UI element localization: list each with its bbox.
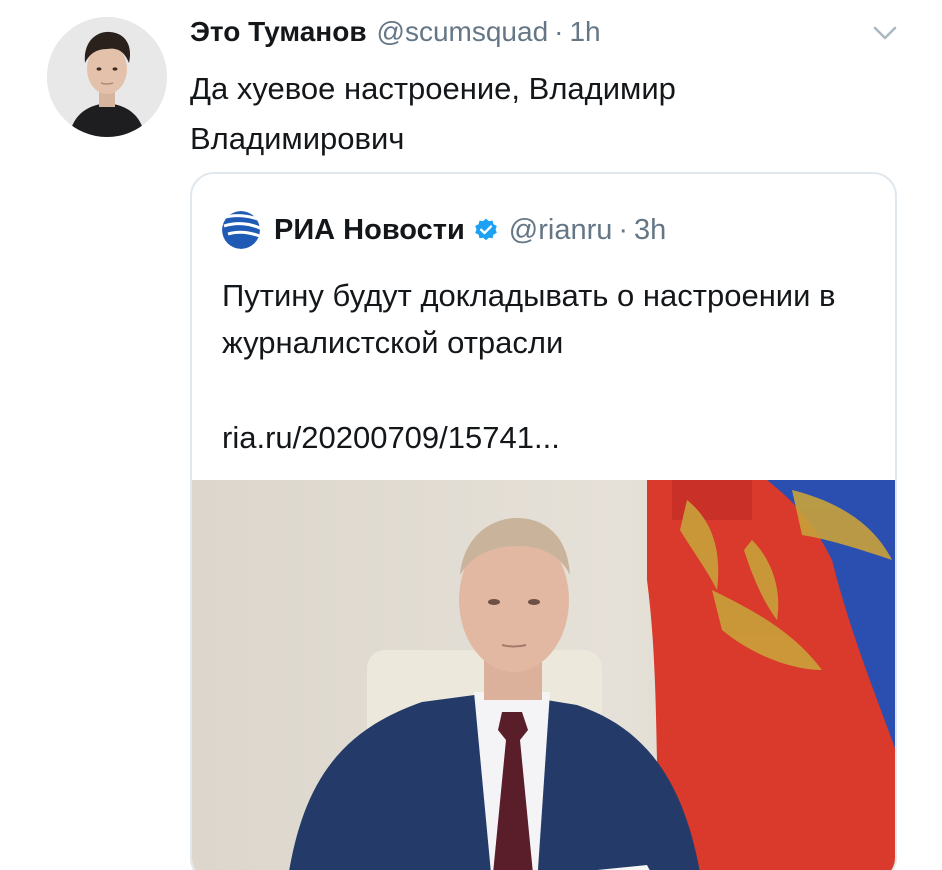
author-handle[interactable]: @scumsquad: [377, 16, 549, 48]
quoted-tweet-link[interactable]: ria.ru/20200709/15741...: [222, 414, 560, 461]
author-name[interactable]: Это Туманов: [190, 16, 367, 48]
avatar-portrait-image: [47, 17, 167, 137]
quoted-tweet[interactable]: РИА Новости @rianru · 3h Путину будут до…: [190, 172, 897, 870]
quoted-author-name[interactable]: РИА Новости: [274, 214, 465, 247]
tweet[interactable]: Это Туманов @scumsquad · 1h Да хуевое на…: [0, 0, 942, 870]
news-photo[interactable]: [192, 480, 895, 870]
quoted-author-handle[interactable]: @rianru: [509, 214, 613, 247]
separator-dot: ·: [554, 16, 564, 47]
photo-image: [192, 480, 895, 870]
ria-logo-icon[interactable]: [220, 209, 262, 251]
tweet-text: Да хуевое настроение, Владимир Владимиро…: [190, 71, 676, 156]
author-avatar[interactable]: [47, 17, 167, 137]
quoted-tweet-text: Путину будут докладывать о настроении в …: [222, 278, 836, 360]
tweet-time[interactable]: 1h: [569, 16, 600, 48]
separator-dot: ·: [618, 213, 629, 246]
quoted-tweet-time[interactable]: 3h: [634, 214, 666, 247]
verified-badge-icon: [474, 218, 497, 241]
tweet-header: Это Туманов @scumsquad · 1h: [190, 16, 601, 56]
quoted-tweet-header: РИА Новости @rianru · 3h: [220, 210, 666, 250]
chevron-down-icon[interactable]: [872, 24, 898, 42]
